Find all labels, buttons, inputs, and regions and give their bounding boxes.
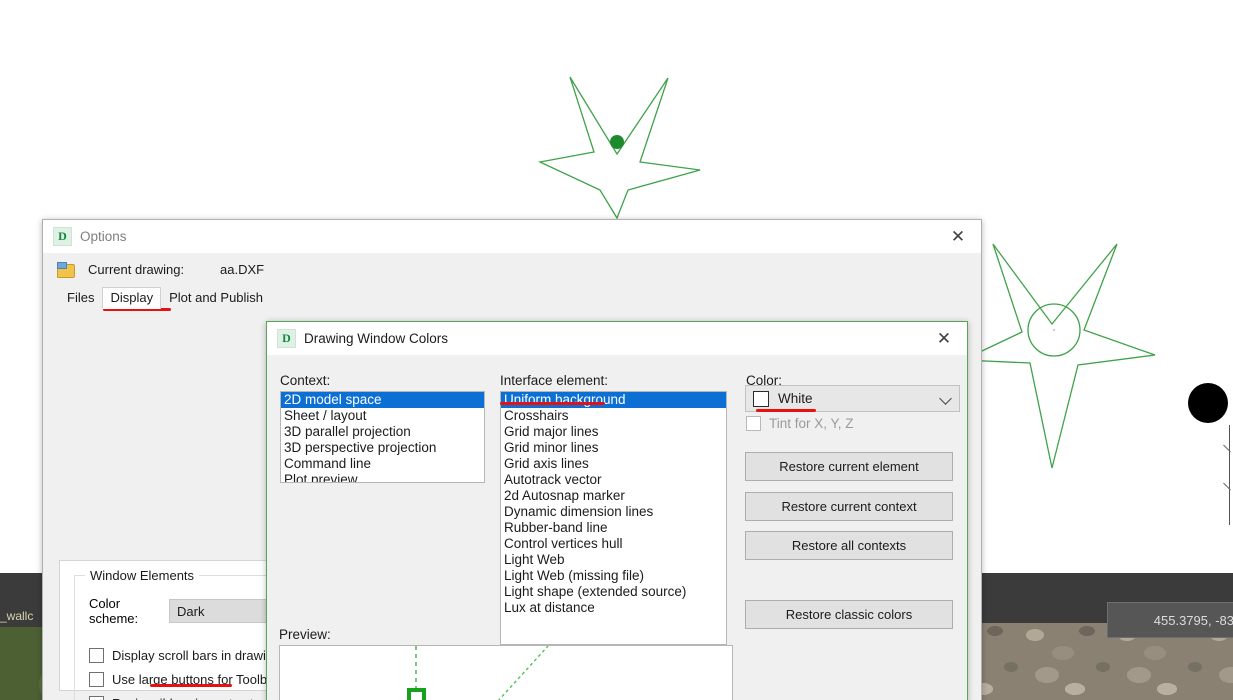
black-filled-circle (1188, 383, 1228, 423)
tab-files[interactable]: Files (59, 287, 102, 309)
tab-plot-and-publish[interactable]: Plot and Publish (161, 287, 271, 309)
app-logo-icon: D (53, 227, 72, 246)
edge-line-right (1229, 425, 1230, 525)
color-select[interactable]: White (745, 385, 960, 412)
restore-all-contexts-button[interactable]: Restore all contexts (745, 531, 953, 560)
options-title: Options (80, 229, 127, 244)
checkbox-box[interactable] (89, 648, 104, 663)
dwc-titlebar[interactable]: D Drawing Window Colors ✕ (267, 322, 967, 355)
element-item-grid-axis-lines[interactable]: Grid axis lines (501, 456, 726, 472)
circle-center-dot (1053, 329, 1055, 331)
context-item-sheet-layout[interactable]: Sheet / layout (281, 408, 484, 424)
element-item-uniform-background[interactable]: Uniform background (501, 392, 726, 408)
element-item-grid-minor-lines[interactable]: Grid minor lines (501, 440, 726, 456)
color-scheme-row: Color scheme: Dark (89, 596, 296, 626)
element-item-control-vertices-hull[interactable]: Control vertices hull (501, 536, 726, 552)
context-label: Context: (280, 373, 331, 388)
window-elements-legend: Window Elements (85, 568, 200, 583)
color-swatch-icon (753, 390, 769, 407)
interface-element-label: Interface element: (500, 373, 609, 388)
drawing-file-icon (57, 262, 75, 278)
context-item-3d-parallel[interactable]: 3D parallel projection (281, 424, 484, 440)
app-logo-letter: D (58, 229, 67, 243)
app-logo-letter: D (282, 331, 291, 345)
restore-current-element-button[interactable]: Restore current element (745, 452, 953, 481)
element-item-light-web[interactable]: Light Web (501, 552, 726, 568)
checkbox-box[interactable] (89, 696, 104, 700)
context-item-2d-model-space[interactable]: 2D model space (281, 392, 484, 408)
element-item-autotrack-vector[interactable]: Autotrack vector (501, 472, 726, 488)
current-drawing-value: aa.DXF (220, 262, 265, 277)
current-drawing-label: Current drawing: (88, 262, 185, 277)
color-scheme-label: Color scheme: (89, 596, 139, 626)
options-titlebar[interactable]: D Options ✕ (43, 220, 981, 253)
uniform-background-underline-annotation (500, 402, 605, 405)
context-item-plot-preview[interactable]: Plot preview (281, 472, 484, 482)
element-item-crosshairs[interactable]: Crosshairs (501, 408, 726, 424)
element-item-2d-autosnap-marker[interactable]: 2d Autosnap marker (501, 488, 726, 504)
colors-button-underline-annotation (150, 684, 232, 687)
element-item-lux-at-distance[interactable]: Lux at distance (501, 600, 726, 616)
restore-classic-colors-button[interactable]: Restore classic colors (745, 600, 953, 629)
color-select-value: White (778, 391, 813, 406)
options-tabs[interactable]: Files Display Plot and Publish (59, 287, 981, 309)
preview-box (279, 645, 733, 700)
preview-artwork (407, 646, 549, 700)
star-center-dot (610, 135, 624, 149)
screen-root: _wallc 455.3795, -83 D Options ✕ Current… (0, 0, 1233, 700)
element-item-light-web-missing-file[interactable]: Light Web (missing file) (501, 568, 726, 584)
element-item-light-shape-extended[interactable]: Light shape (extended source) (501, 584, 726, 600)
chevron-down-icon[interactable] (939, 392, 952, 405)
app-logo-icon: D (277, 329, 296, 348)
dwc-title: Drawing Window Colors (304, 331, 449, 346)
coordinate-value: 455.3795, -83 (1153, 612, 1233, 628)
restore-current-context-button[interactable]: Restore current context (745, 492, 953, 521)
white-color-underline-annotation (756, 409, 816, 412)
interface-element-listbox[interactable]: Uniform background Crosshairs Grid major… (500, 391, 727, 645)
close-icon[interactable]: ✕ (935, 220, 981, 253)
checkbox-box (746, 416, 761, 431)
context-listbox[interactable]: 2D model space Sheet / layout 3D paralle… (280, 391, 485, 483)
context-item-command-line[interactable]: Command line (281, 456, 484, 472)
tint-label: Tint for X, Y, Z (769, 416, 854, 431)
tab-display[interactable]: Display (102, 287, 162, 309)
close-icon[interactable]: ✕ (921, 322, 967, 355)
current-drawing-row: Current drawing: aa.DXF (43, 253, 981, 278)
context-item-3d-perspective[interactable]: 3D perspective projection (281, 440, 484, 456)
tint-checkbox-row: Tint for X, Y, Z (746, 416, 854, 431)
element-item-rubber-band-line[interactable]: Rubber-band line (501, 520, 726, 536)
checkbox-box[interactable] (89, 672, 104, 687)
element-item-grid-major-lines[interactable]: Grid major lines (501, 424, 726, 440)
coordinate-readout[interactable]: 455.3795, -83 (1107, 602, 1233, 638)
command-line-text: _wallc (0, 609, 34, 623)
element-item-dynamic-dimension-lines[interactable]: Dynamic dimension lines (501, 504, 726, 520)
preview-label: Preview: (279, 627, 331, 642)
